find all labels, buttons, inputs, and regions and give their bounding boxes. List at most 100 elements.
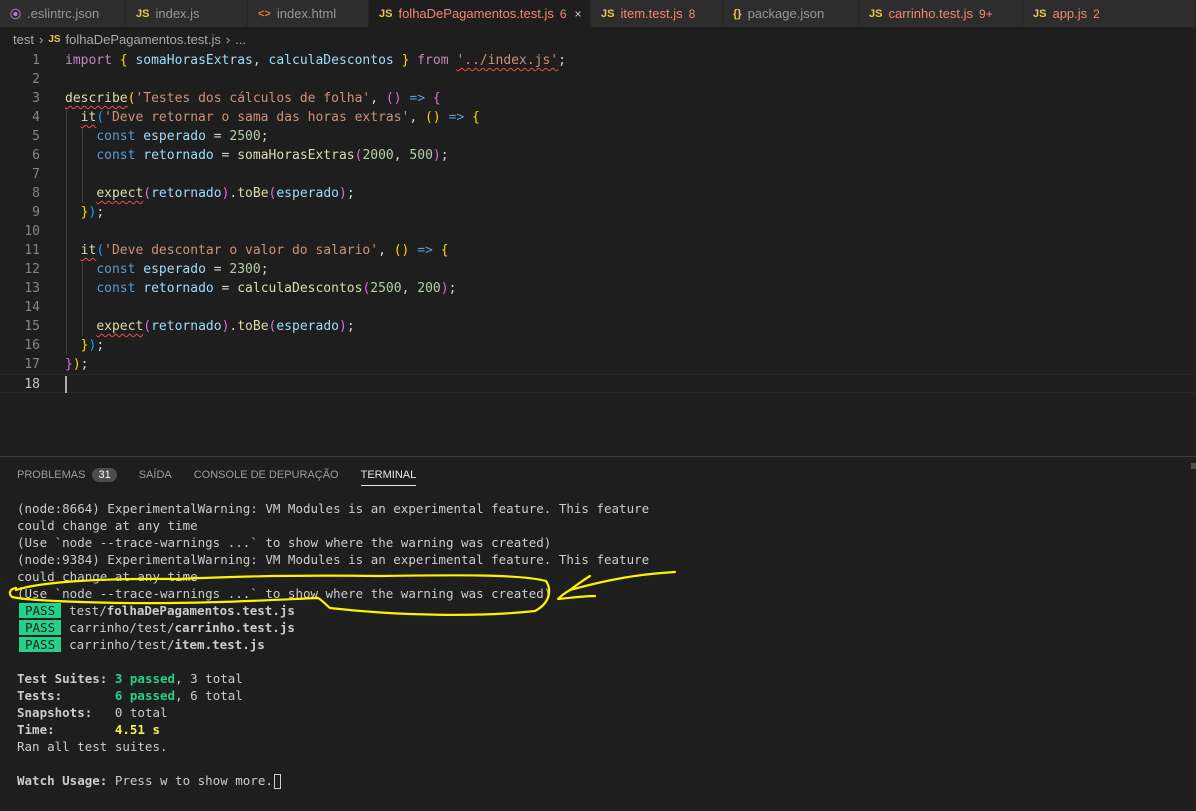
terminal-line: Test Suites: 3 passed, 3 total xyxy=(17,670,649,687)
code-line[interactable]: 11 it('Deve descontar o valor do salario… xyxy=(0,241,1196,260)
code-line[interactable]: 8 expect(retornado).toBe(esperado); xyxy=(0,184,1196,203)
tab-carrinho-test-js[interactable]: JS carrinho.test.js 9+ xyxy=(859,0,1023,27)
eslint-file-icon: ⦿ xyxy=(10,8,21,21)
code-line[interactable]: 5 const esperado = 2500; xyxy=(0,127,1196,146)
code-line[interactable]: 9 }); xyxy=(0,203,1196,222)
panel-tab-sa-da[interactable]: SAÍDA xyxy=(139,465,172,485)
terminal-line: PASS test/folhaDePagamentos.test.js xyxy=(17,602,649,619)
line-number: 8 xyxy=(32,186,40,201)
code-line[interactable]: 17}); xyxy=(0,355,1196,374)
tab-package-json[interactable]: {} package.json xyxy=(723,0,859,27)
problem-count-badge: 6 xyxy=(559,6,567,21)
code-line[interactable]: 7 xyxy=(0,165,1196,184)
terminal-text: carrinho.test.js xyxy=(174,620,295,635)
code-token: () xyxy=(393,243,410,258)
panel-tab-label: CONSOLE DE DEPURAÇÃO xyxy=(193,469,339,481)
problem-count-badge: 9+ xyxy=(979,6,993,21)
code-line[interactable]: 1 import { somaHorasExtras, calculaDescon… xyxy=(0,51,1196,70)
code-token: 'Deve descontar o valor do salario' xyxy=(104,243,379,258)
terminal-output[interactable]: (node:8664) ExperimentalWarning: VM Modu… xyxy=(17,500,649,789)
code-token: esperado xyxy=(143,129,206,144)
code-token: ) xyxy=(440,281,449,296)
js-file-icon: JS xyxy=(379,7,393,20)
terminal-scrollbar[interactable] xyxy=(1191,463,1196,469)
code-line[interactable]: 2 xyxy=(0,70,1196,89)
code-text: const retornado = calculaDescontos(2500,… xyxy=(65,279,456,298)
code-line[interactable]: 18 xyxy=(0,374,1196,393)
tab-app-js[interactable]: JS app.js 2 xyxy=(1023,0,1196,27)
terminal-line: could change at any time xyxy=(17,517,649,534)
code-token: const xyxy=(96,129,136,144)
pass-badge: PASS xyxy=(19,637,62,652)
pass-badge: PASS xyxy=(19,620,62,635)
code-editor[interactable]: 1 import { somaHorasExtras, calculaDescon… xyxy=(0,51,1196,451)
code-token: 2000 xyxy=(362,148,394,163)
tab-eslintrc-json[interactable]: ⦿ .eslintrc.json xyxy=(0,0,126,27)
panel-tab-terminal[interactable]: TERMINAL xyxy=(360,465,417,486)
breadcrumb-file[interactable]: folhaDePagamentos.test.js xyxy=(66,32,221,47)
panel-tab-label: TERMINAL xyxy=(360,468,417,481)
code-token: ( xyxy=(96,110,105,125)
tab-folhadepagamentos-test-js[interactable]: JS folhaDePagamentos.test.js 6 × xyxy=(369,0,591,27)
code-token: = xyxy=(213,281,238,296)
close-icon[interactable]: × xyxy=(575,7,582,21)
code-line[interactable]: 13 const retornado = calculaDescontos(25… xyxy=(0,279,1196,298)
line-number: 15 xyxy=(24,319,40,334)
code-text: expect(retornado).toBe(esperado); xyxy=(65,317,354,336)
tab-item-test-js[interactable]: JS item.test.js 8 xyxy=(591,0,723,27)
code-token: ; xyxy=(260,129,269,144)
code-line[interactable]: 10 xyxy=(0,222,1196,241)
code-token: ; xyxy=(558,53,566,68)
code-token: ; xyxy=(96,338,105,353)
problem-count-badge: 2 xyxy=(1093,6,1100,21)
code-text: }); xyxy=(65,336,104,355)
terminal-text: (node:8664) ExperimentalWarning: VM Modu… xyxy=(17,501,650,516)
code-token: const xyxy=(96,281,136,296)
code-line[interactable]: 16 }); xyxy=(0,336,1196,355)
code-token: { xyxy=(440,243,449,258)
terminal-line: PASS carrinho/test/item.test.js xyxy=(17,636,649,653)
code-line[interactable]: 4 it('Deve retornar o sama das horas ext… xyxy=(0,108,1196,127)
code-token: 200 xyxy=(417,281,441,296)
code-token: , xyxy=(409,110,426,125)
line-number: 9 xyxy=(32,205,40,220)
code-line[interactable]: 12 const esperado = 2300; xyxy=(0,260,1196,279)
code-token: => xyxy=(409,91,426,106)
breadcrumb-folder[interactable]: test xyxy=(13,32,34,47)
panel-tab-problemas[interactable]: PROBLEMAS 31 xyxy=(17,465,117,485)
code-text: const esperado = 2300; xyxy=(65,260,268,279)
tab-label: .eslintrc.json xyxy=(27,6,100,21)
code-line[interactable]: 6 const retornado = somaHorasExtras(2000… xyxy=(0,146,1196,165)
line-number: 4 xyxy=(32,110,40,125)
terminal-text: carrinho/test/ xyxy=(69,637,175,652)
line-number: 10 xyxy=(24,224,40,239)
code-token: 500 xyxy=(409,148,433,163)
code-token: = xyxy=(205,129,230,144)
code-token: expect xyxy=(96,186,144,201)
code-line[interactable]: 15 expect(retornado).toBe(esperado); xyxy=(0,317,1196,336)
bottom-panel: PROBLEMAS 31 SAÍDA CONSOLE DE DEPURAÇÃO TERM… xyxy=(0,456,1196,811)
js-file-icon: JS xyxy=(1033,7,1047,20)
terminal-line: could change at any time xyxy=(17,568,649,585)
panel-tab-console-de-depura-o[interactable]: CONSOLE DE DEPURAÇÃO xyxy=(194,465,339,485)
code-line[interactable]: 14 xyxy=(0,298,1196,317)
breadcrumb-symbol[interactable]: ... xyxy=(235,32,246,47)
tab-index-html[interactable]: <> index.html xyxy=(248,0,369,27)
tab-index-js[interactable]: JS index.js xyxy=(126,0,248,27)
code-token: ) xyxy=(432,148,441,163)
terminal-text: could change at any time xyxy=(17,518,198,533)
code-token: it xyxy=(80,243,97,258)
terminal-text: Time: xyxy=(17,722,115,737)
code-token: import xyxy=(65,53,112,68)
js-file-icon: JS xyxy=(601,7,615,20)
line-number: 13 xyxy=(24,281,40,296)
code-text: const retornado = somaHorasExtras(2000, … xyxy=(65,146,448,165)
terminal-cursor xyxy=(273,774,281,789)
code-line[interactable]: 3 describe('Testes dos cálculos de folha'… xyxy=(0,89,1196,108)
